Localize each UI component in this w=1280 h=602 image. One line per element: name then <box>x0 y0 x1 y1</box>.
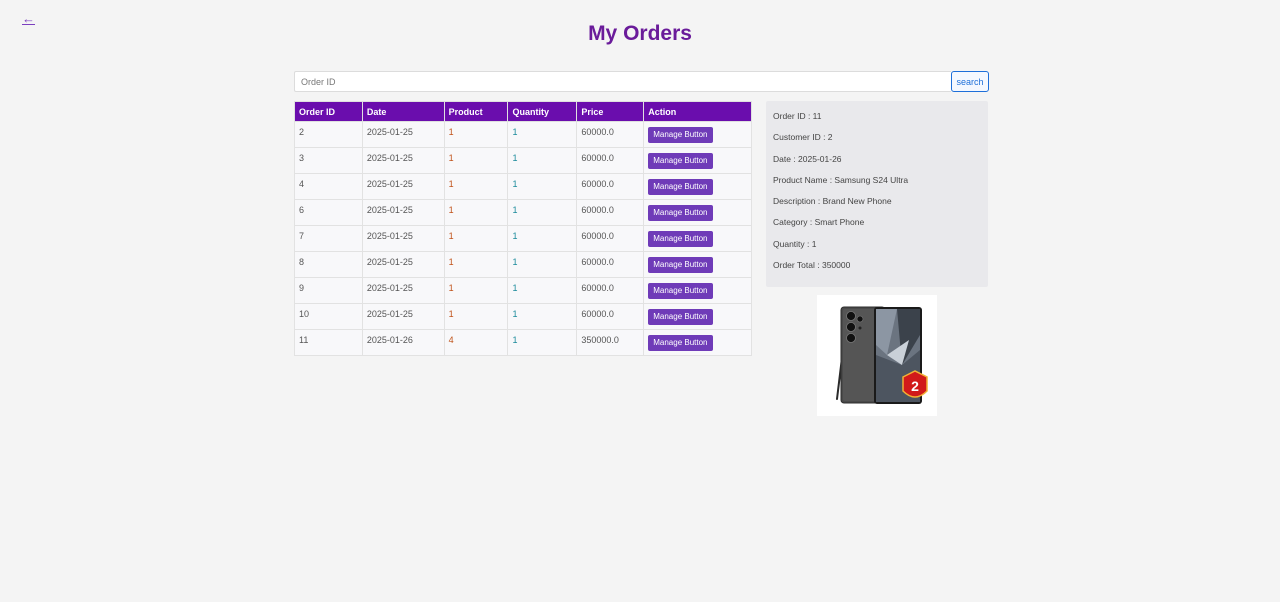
header-quantity: Quantity <box>507 101 578 122</box>
table-row: 10 2025-01-25 1 1 60000.0 Manage Button <box>294 303 752 330</box>
table-row: 7 2025-01-25 1 1 60000.0 Manage Button <box>294 225 752 252</box>
svg-text:2: 2 <box>911 378 919 394</box>
manage-order-button[interactable]: Manage Button <box>648 230 713 247</box>
cell-product: 1 <box>443 121 509 148</box>
cell-order-id: 6 <box>294 199 363 226</box>
cell-product: 1 <box>443 225 509 252</box>
manage-order-button[interactable]: Manage Button <box>648 334 713 351</box>
cell-quantity: 1 <box>507 199 578 226</box>
cell-action: Manage Button <box>643 251 752 278</box>
cell-date: 2025-01-25 <box>361 147 445 174</box>
header-price: Price <box>576 101 645 122</box>
cell-product: 1 <box>443 173 509 200</box>
manage-order-button[interactable]: Manage Button <box>648 126 713 143</box>
orders-table: Order ID Date Product Quantity Price Act… <box>294 101 752 356</box>
cell-quantity: 1 <box>507 277 578 304</box>
cell-order-id: 9 <box>294 277 363 304</box>
cell-action: Manage Button <box>643 173 752 200</box>
detail-customer-id: Customer ID : 2 <box>773 132 833 143</box>
manage-order-button[interactable]: Manage Button <box>648 152 713 169</box>
manage-order-button[interactable]: Manage Button <box>648 178 713 195</box>
cell-action: Manage Button <box>643 225 752 252</box>
search-bar: search <box>294 71 989 92</box>
detail-product-name: Product Name : Samsung S24 Ultra <box>773 174 909 185</box>
manage-order-button[interactable]: Manage Button <box>648 256 713 273</box>
table-header-row: Order ID Date Product Quantity Price Act… <box>294 101 752 122</box>
manage-order-button[interactable]: Manage Button <box>648 308 713 325</box>
cell-action: Manage Button <box>643 199 752 226</box>
cell-date: 2025-01-25 <box>361 277 445 304</box>
cell-quantity: 1 <box>507 329 578 356</box>
cell-price: 60000.0 <box>576 121 645 148</box>
table-row: 9 2025-01-25 1 1 60000.0 Manage Button <box>294 277 752 304</box>
cell-quantity: 1 <box>507 147 578 174</box>
cell-order-id: 3 <box>294 147 363 174</box>
cell-order-id: 7 <box>294 225 363 252</box>
cell-order-id: 4 <box>294 173 363 200</box>
order-id-search-input[interactable] <box>294 71 951 92</box>
cell-quantity: 1 <box>507 121 578 148</box>
cell-price: 60000.0 <box>576 147 645 174</box>
order-details-panel: Order ID : 11 Customer ID : 2 Date : 202… <box>766 101 988 287</box>
header-order-id: Order ID <box>294 101 363 122</box>
cell-order-id: 8 <box>294 251 363 278</box>
cell-action: Manage Button <box>643 147 752 174</box>
cell-product: 4 <box>443 329 509 356</box>
detail-quantity: Quantity : 1 <box>773 238 817 249</box>
cell-order-id: 10 <box>294 303 363 330</box>
search-button[interactable]: search <box>951 71 989 92</box>
cell-quantity: 1 <box>507 251 578 278</box>
cell-date: 2025-01-25 <box>361 173 445 200</box>
table-row: 11 2025-01-26 4 1 350000.0 Manage Button <box>294 329 752 356</box>
cell-price: 60000.0 <box>576 199 645 226</box>
header-product: Product <box>443 101 509 122</box>
detail-order-id: Order ID : 11 <box>773 111 822 121</box>
cell-quantity: 1 <box>507 225 578 252</box>
cell-price: 60000.0 <box>576 225 645 252</box>
cell-price: 350000.0 <box>576 329 645 356</box>
header-date: Date <box>361 101 445 122</box>
manage-order-button[interactable]: Manage Button <box>648 204 713 221</box>
cell-quantity: 1 <box>507 303 578 330</box>
table-row: 2 2025-01-25 1 1 60000.0 Manage Button <box>294 121 752 148</box>
cell-date: 2025-01-25 <box>361 199 445 226</box>
detail-category: Category : Smart Phone <box>773 217 865 228</box>
table-row: 6 2025-01-25 1 1 60000.0 Manage Button <box>294 199 752 226</box>
cell-date: 2025-01-25 <box>361 121 445 148</box>
phone-image: 2 <box>836 306 928 404</box>
cell-order-id: 2 <box>294 121 363 148</box>
cell-product: 1 <box>443 147 509 174</box>
cell-date: 2025-01-25 <box>361 303 445 330</box>
cell-price: 60000.0 <box>576 277 645 304</box>
detail-date: Date : 2025-01-26 <box>773 153 842 164</box>
table-row: 4 2025-01-25 1 1 60000.0 Manage Button <box>294 173 752 200</box>
cell-action: Manage Button <box>643 277 752 304</box>
page-title: My Orders <box>588 22 692 45</box>
header-action: Action <box>643 101 752 122</box>
detail-description: Description : Brand New Phone <box>773 196 892 207</box>
cell-product: 1 <box>443 251 509 278</box>
cell-price: 60000.0 <box>576 303 645 330</box>
cell-product: 1 <box>443 199 509 226</box>
cell-date: 2025-01-26 <box>361 329 445 356</box>
cell-price: 60000.0 <box>576 251 645 278</box>
table-row: 3 2025-01-25 1 1 60000.0 Manage Button <box>294 147 752 174</box>
cell-action: Manage Button <box>643 121 752 148</box>
cell-product: 1 <box>443 303 509 330</box>
table-row: 8 2025-01-25 1 1 60000.0 Manage Button <box>294 251 752 278</box>
cell-product: 1 <box>443 277 509 304</box>
cell-order-id: 11 <box>294 329 363 356</box>
cell-price: 60000.0 <box>576 173 645 200</box>
manage-order-button[interactable]: Manage Button <box>648 282 713 299</box>
cell-action: Manage Button <box>643 303 752 330</box>
product-image: 2 <box>817 295 937 416</box>
cell-quantity: 1 <box>507 173 578 200</box>
cell-date: 2025-01-25 <box>361 251 445 278</box>
cell-date: 2025-01-25 <box>361 225 445 252</box>
detail-order-total: Order Total : 350000 <box>773 260 851 271</box>
cell-action: Manage Button <box>643 329 752 356</box>
